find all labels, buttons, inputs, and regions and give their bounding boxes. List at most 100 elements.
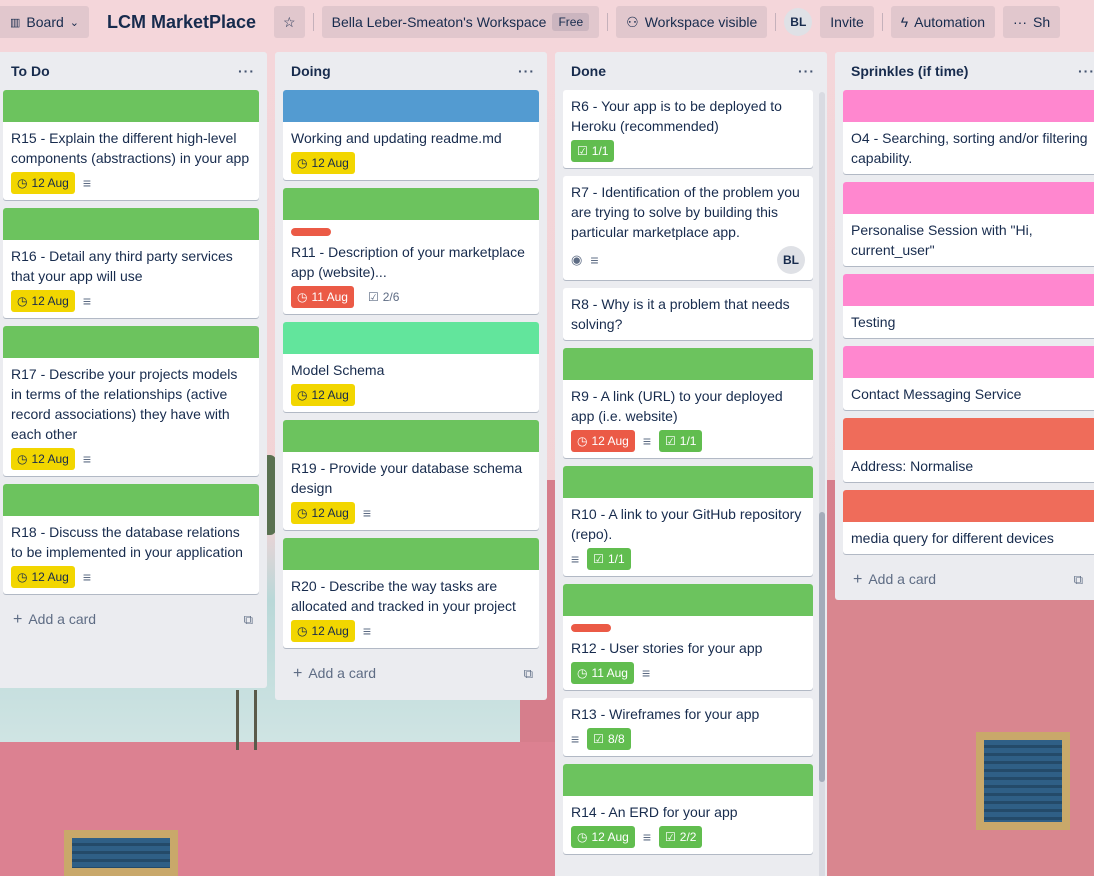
more-icon[interactable]: ··· (518, 63, 535, 79)
invite-button[interactable]: Invite (820, 6, 874, 38)
workspace-button[interactable]: Bella Leber-Smeaton's Workspace Free (321, 6, 600, 38)
card-template-icon[interactable]: ⧉ (244, 612, 253, 628)
more-icon[interactable]: ··· (1078, 63, 1094, 79)
card[interactable]: R19 - Provide your database schema desig… (283, 420, 539, 530)
card[interactable]: R14 - An ERD for your app ◷ 12 Aug ≡ ☑ 2/2 (563, 764, 813, 854)
divider (881, 13, 883, 31)
card[interactable]: R20 - Describe the way tasks are allocat… (283, 538, 539, 648)
card[interactable]: O4 - Searching, sorting and/or filtering… (843, 90, 1094, 174)
card-cover (283, 420, 539, 452)
card-title: Address: Normalise (851, 458, 974, 474)
due-date: 11 Aug (311, 290, 348, 304)
card-cover (3, 484, 259, 516)
card-cover (843, 274, 1094, 306)
card-cover (563, 466, 813, 498)
checklist-badge: ☑ 2/6 (362, 286, 405, 308)
card-title: Contact Messaging Service (851, 386, 1022, 402)
due-date-badge[interactable]: ◷ 12 Aug (11, 172, 75, 194)
due-date-badge[interactable]: ◷ 12 Aug (571, 430, 635, 452)
more-icon: ··· (1013, 14, 1027, 30)
card[interactable]: Personalise Session with "Hi, current_us… (843, 182, 1094, 266)
card[interactable]: R6 - Your app is to be deployed to Herok… (563, 90, 813, 168)
card-cover (563, 584, 813, 616)
card[interactable]: R7 - Identification of the problem you a… (563, 176, 813, 280)
card-title: R6 - Your app is to be deployed to Herok… (571, 98, 782, 134)
add-card-button[interactable]: + Add a card ⧉ (0, 602, 267, 638)
card[interactable]: Model Schema ◷ 12 Aug (283, 322, 539, 412)
card-title: R10 - A link to your GitHub repository (… (571, 506, 802, 542)
clock-icon: ◷ (17, 176, 28, 190)
card-cover (283, 188, 539, 220)
card-template-icon[interactable]: ⧉ (524, 666, 533, 682)
list-header[interactable]: To Do ··· (0, 52, 267, 90)
list-header[interactable]: Sprinkles (if time) ··· (835, 52, 1094, 90)
automation-button[interactable]: ϟ Automation (890, 6, 995, 38)
visibility-button[interactable]: ⚇ Workspace visible (616, 6, 768, 38)
add-card-button[interactable]: + Add a card ⧉ (275, 656, 547, 692)
due-date-badge[interactable]: ◷ 12 Aug (11, 290, 75, 312)
avatar[interactable]: BL (784, 8, 813, 36)
card[interactable]: R18 - Discuss the database relations to … (3, 484, 259, 594)
due-date-badge[interactable]: ◷ 11 Aug (571, 662, 634, 684)
card-label[interactable] (291, 228, 331, 236)
due-date-badge[interactable]: ◷ 12 Aug (11, 448, 75, 470)
card[interactable]: R15 - Explain the different high-level c… (3, 90, 259, 200)
checkbox-icon: ☑ (593, 552, 604, 566)
checklist-count: 2/2 (679, 830, 697, 844)
card-cover (563, 764, 813, 796)
card-title: Model Schema (291, 362, 385, 378)
board-view-switcher[interactable]: ▥ Board ⌄ (0, 6, 89, 38)
due-date: 12 Aug (31, 294, 69, 308)
due-date-badge[interactable]: ◷ 12 Aug (291, 620, 355, 642)
due-date-badge[interactable]: ◷ 11 Aug (291, 286, 354, 308)
card[interactable]: R17 - Describe your projects models in t… (3, 326, 259, 476)
more-icon[interactable]: ··· (238, 63, 255, 79)
board-view-label: Board (26, 14, 64, 30)
card-title: R19 - Provide your database schema desig… (291, 460, 523, 496)
scrollbar-thumb[interactable] (819, 512, 825, 782)
add-card-label: Add a card (868, 571, 937, 587)
card[interactable]: Address: Normalise (843, 418, 1094, 482)
board-title[interactable]: LCM MarketPlace (97, 12, 266, 33)
list-title[interactable]: To Do (11, 63, 50, 79)
card-template-icon[interactable]: ⧉ (1074, 572, 1083, 588)
card-title: R15 - Explain the different high-level c… (11, 130, 250, 166)
list-scrollbar[interactable] (819, 92, 825, 876)
list-title[interactable]: Doing (291, 63, 331, 79)
card-label[interactable] (571, 624, 611, 632)
clock-icon: ◷ (17, 294, 28, 308)
divider (607, 13, 609, 31)
divider (775, 13, 777, 31)
card[interactable]: R16 - Detail any third party services th… (3, 208, 259, 318)
card[interactable]: R12 - User stories for your app ◷ 11 Aug … (563, 584, 813, 690)
list-title[interactable]: Done (571, 63, 606, 79)
show-menu-button[interactable]: ··· Sh (1003, 6, 1061, 38)
add-card-button[interactable]: + Add a card ⧉ (835, 562, 1094, 598)
card-title: media query for different devices (851, 530, 1054, 546)
card-cover (843, 490, 1094, 522)
add-card-label: Add a card (28, 611, 97, 627)
card[interactable]: R10 - A link to your GitHub repository (… (563, 466, 813, 576)
star-button[interactable]: ☆ (274, 6, 305, 38)
card[interactable]: Testing (843, 274, 1094, 338)
card[interactable]: Working and updating readme.md ◷ 12 Aug (283, 90, 539, 180)
due-date-badge[interactable]: ◷ 12 Aug (291, 384, 355, 406)
due-date-badge[interactable]: ◷ 12 Aug (11, 566, 75, 588)
card[interactable]: R8 - Why is it a problem that needs solv… (563, 288, 813, 340)
due-date-badge[interactable]: ◷ 12 Aug (291, 152, 355, 174)
due-date-badge[interactable]: ◷ 12 Aug (291, 502, 355, 524)
list-title[interactable]: Sprinkles (if time) (851, 63, 968, 79)
card[interactable]: R11 - Description of your marketplace ap… (283, 188, 539, 314)
avatar[interactable]: BL (777, 246, 805, 274)
people-icon: ⚇ (626, 13, 639, 30)
chevron-down-icon: ⌄ (69, 16, 79, 29)
due-date-badge[interactable]: ◷ 12 Aug (571, 826, 635, 848)
list-header[interactable]: Done ··· (555, 52, 827, 90)
card[interactable]: media query for different devices (843, 490, 1094, 554)
more-icon[interactable]: ··· (798, 63, 815, 79)
card[interactable]: Contact Messaging Service (843, 346, 1094, 410)
card[interactable]: R13 - Wireframes for your app ≡ ☑ 8/8 (563, 698, 813, 756)
card[interactable]: R9 - A link (URL) to your deployed app (… (563, 348, 813, 458)
visibility-label: Workspace visible (644, 14, 758, 30)
list-header[interactable]: Doing ··· (275, 52, 547, 90)
